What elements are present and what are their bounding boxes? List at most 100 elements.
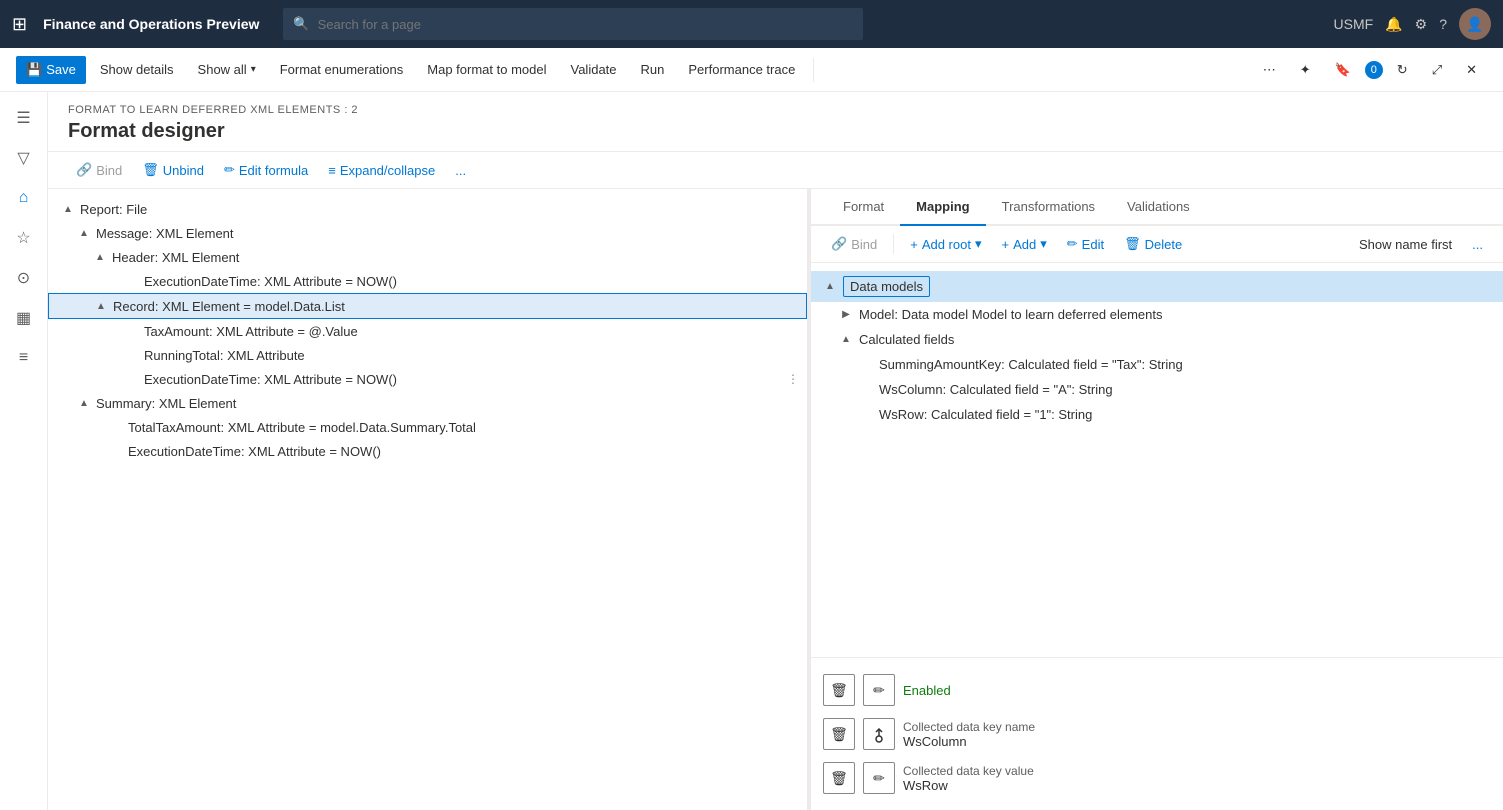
right-edit-icon: ✏ — [1067, 236, 1078, 252]
search-input[interactable] — [318, 17, 854, 32]
toggle-totaltax — [108, 419, 124, 435]
tree-item-execdt3[interactable]: ExecutionDateTime: XML Attribute = NOW() — [48, 439, 807, 463]
bottom-row-keyvalue: 🗑 ✏ Collected data key value WsRow — [823, 756, 1491, 800]
delete-keyvalue-button[interactable]: 🗑 — [823, 762, 855, 794]
page-header: FORMAT TO LEARN DEFERRED XML ELEMENTS : … — [48, 92, 1503, 152]
tree-item-totaltax[interactable]: TotalTaxAmount: XML Attribute = model.Da… — [48, 415, 807, 439]
add-button[interactable]: + Add ▾ — [994, 232, 1055, 256]
model-tree: ▲ Data models ▶ Model: Data model Model … — [811, 263, 1503, 657]
right-bind-button[interactable]: 🔗 Bind — [823, 232, 885, 256]
performance-trace-button[interactable]: Performance trace — [678, 56, 805, 83]
tree-item-taxamount[interactable]: TaxAmount: XML Attribute = @.Value — [48, 319, 807, 343]
tree-item-execdt2[interactable]: ExecutionDateTime: XML Attribute = NOW()… — [48, 367, 807, 391]
more-button[interactable]: ⋯ — [1253, 56, 1286, 84]
toggle-execdt2 — [124, 371, 140, 387]
new-window-button[interactable]: ⤢ — [1422, 56, 1452, 84]
breadcrumb: FORMAT TO LEARN DEFERRED XML ELEMENTS : … — [68, 104, 1483, 116]
edit-formula-button[interactable]: ✏ Edit formula — [216, 158, 316, 182]
plus-icon: + — [910, 237, 918, 252]
scroll-hint: ⋮ — [787, 372, 799, 386]
model-tree-item-datamodels[interactable]: ▲ Data models — [811, 271, 1503, 302]
add-chevron: ▾ — [1040, 236, 1047, 252]
toggle-header[interactable]: ▲ — [92, 249, 108, 265]
right-pane: Format Mapping Transformations Validatio… — [811, 189, 1503, 810]
show-name-first-button[interactable]: Show name first — [1351, 233, 1460, 256]
top-right-icons: USMF 🔔 ⚙ ? 👤 — [1334, 8, 1491, 40]
show-all-button[interactable]: Show all ▾ — [188, 56, 266, 83]
validate-button[interactable]: Validate — [561, 56, 627, 83]
tab-transformations[interactable]: Transformations — [986, 189, 1111, 226]
run-button[interactable]: Run — [631, 56, 675, 83]
toggle-runningtotal — [124, 347, 140, 363]
tree-item-message[interactable]: ▲ Message: XML Element — [48, 221, 807, 245]
app-grid-icon[interactable]: ⊞ — [12, 14, 27, 35]
show-all-chevron-icon: ▾ — [251, 64, 256, 75]
tab-format[interactable]: Format — [827, 189, 900, 226]
show-details-button[interactable]: Show details — [90, 56, 184, 83]
add-root-button[interactable]: + Add root ▾ — [902, 232, 989, 256]
tree-item-record[interactable]: ▲ Record: XML Element = model.Data.List — [48, 293, 807, 319]
edit-enabled-button[interactable]: ✏ — [863, 674, 895, 706]
toggle-record[interactable]: ▲ — [93, 298, 109, 314]
map-format-to-model-button[interactable]: Map format to model — [417, 56, 556, 83]
avatar[interactable]: 👤 — [1459, 8, 1491, 40]
right-edit-button[interactable]: ✏ Edit — [1059, 232, 1112, 256]
page-title: Format designer — [68, 120, 1483, 143]
model-tree-item-summingkey[interactable]: SummingAmountKey: Calculated field = "Ta… — [811, 352, 1503, 377]
search-bar[interactable]: 🔍 — [283, 8, 863, 40]
toggle-report[interactable]: ▲ — [60, 201, 76, 217]
hamburger-menu-icon[interactable]: ☰ — [6, 100, 42, 136]
toggle-message[interactable]: ▲ — [76, 225, 92, 241]
toggle-calcfields[interactable]: ▲ — [839, 333, 853, 347]
model-tree-item-wscolumn[interactable]: WsColumn: Calculated field = "A": String — [811, 377, 1503, 402]
unbind-button[interactable]: 🗑 Unbind — [134, 158, 212, 182]
model-tree-item-calcfields[interactable]: ▲ Calculated fields — [811, 327, 1503, 352]
toggle-summary[interactable]: ▲ — [76, 395, 92, 411]
refresh-button[interactable]: ↻ — [1387, 56, 1418, 84]
filter-icon[interactable]: ▽ — [6, 140, 42, 176]
list-icon[interactable]: ≡ — [6, 340, 42, 376]
right-delete-button[interactable]: 🗑 Delete — [1116, 232, 1190, 256]
main-layout: ☰ ▽ ⌂ ☆ ⊙ ▦ ≡ FORMAT TO LEARN DEFERRED X… — [0, 92, 1503, 810]
tree-item-runningtotal[interactable]: RunningTotal: XML Attribute — [48, 343, 807, 367]
delete-enabled-button[interactable]: 🗑 — [823, 674, 855, 706]
edit-keyname-button[interactable] — [863, 718, 895, 750]
tabs: Format Mapping Transformations Validatio… — [811, 189, 1503, 226]
save-button[interactable]: 💾 Save — [16, 56, 86, 84]
model-tree-item-wsrow[interactable]: WsRow: Calculated field = "1": String — [811, 402, 1503, 427]
gear-icon[interactable]: ⚙ — [1415, 16, 1428, 33]
help-icon[interactable]: ? — [1439, 16, 1447, 32]
tab-validations[interactable]: Validations — [1111, 189, 1206, 226]
unbind-icon: 🗑 — [142, 162, 159, 178]
star-icon[interactable]: ☆ — [6, 220, 42, 256]
model-tree-item-model[interactable]: ▶ Model: Data model Model to learn defer… — [811, 302, 1503, 327]
keyvalue-field: Collected data key value WsRow — [903, 764, 1034, 793]
tab-mapping[interactable]: Mapping — [900, 189, 985, 226]
bell-icon[interactable]: 🔔 — [1385, 16, 1402, 33]
right-pane-toolbar: 🔗 Bind + Add root ▾ + Add ▾ — [811, 226, 1503, 263]
clock-icon[interactable]: ⊙ — [6, 260, 42, 296]
toggle-datamodels[interactable]: ▲ — [823, 280, 837, 294]
toolbar-more-button[interactable]: ... — [447, 159, 474, 182]
pin-button[interactable]: ✦ — [1290, 56, 1321, 84]
right-more-button[interactable]: ... — [1464, 233, 1491, 256]
top-nav: ⊞ Finance and Operations Preview 🔍 USMF … — [0, 0, 1503, 48]
toggle-model[interactable]: ▶ — [839, 308, 853, 322]
format-enumerations-button[interactable]: Format enumerations — [270, 56, 414, 83]
edit-keyvalue-button[interactable]: ✏ — [863, 762, 895, 794]
bind-button[interactable]: 🔗 Bind — [68, 158, 130, 182]
delete-keyname-button[interactable]: 🗑 — [823, 718, 855, 750]
home-icon[interactable]: ⌂ — [6, 180, 42, 216]
expand-collapse-button[interactable]: ≡ Expand/collapse — [320, 159, 443, 182]
user-name: USMF — [1334, 16, 1374, 32]
calendar-icon[interactable]: ▦ — [6, 300, 42, 336]
tree-item-report[interactable]: ▲ Report: File — [48, 197, 807, 221]
toggle-execdt1 — [124, 273, 140, 289]
close-button[interactable]: ✕ — [1456, 56, 1487, 84]
tree-item-header[interactable]: ▲ Header: XML Element — [48, 245, 807, 269]
tree-item-execdt1[interactable]: ExecutionDateTime: XML Attribute = NOW() — [48, 269, 807, 293]
bookmark-button[interactable]: 🔖 — [1325, 56, 1361, 84]
keyname-field: Collected data key name WsColumn — [903, 720, 1035, 749]
badge: 0 — [1365, 61, 1383, 79]
tree-item-summary[interactable]: ▲ Summary: XML Element — [48, 391, 807, 415]
